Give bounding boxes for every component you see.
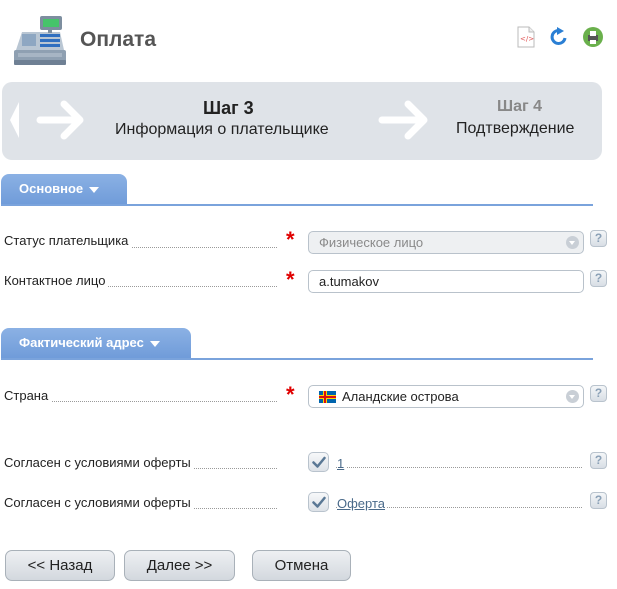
payer-status-select[interactable]: Физическое лицо (308, 231, 584, 254)
section-divider (1, 204, 593, 206)
agree2-label: Согласен с условиями оферты (4, 495, 194, 510)
required-marker: * (286, 267, 295, 292)
caret-down-icon (149, 340, 160, 347)
country-value: Аландские острова (342, 389, 459, 404)
refresh-icon[interactable] (549, 26, 569, 48)
agree1-label: Согласен с условиями оферты (4, 455, 194, 470)
required-marker: * (286, 382, 295, 407)
contact-input[interactable]: a.tumakov (308, 270, 584, 293)
section-divider (1, 358, 593, 360)
tab-main[interactable]: Основное (1, 174, 127, 205)
country-select[interactable]: Аландские острова (308, 385, 584, 408)
checkmark-icon (312, 496, 326, 508)
current-step-subtitle: Информация о плательщике (115, 121, 329, 138)
caret-down-icon (89, 186, 100, 193)
agree2-checkbox[interactable] (308, 492, 329, 512)
required-marker: * (286, 227, 295, 252)
agree1-checkbox[interactable] (308, 452, 329, 472)
tab-address-label: Фактический адрес (19, 335, 144, 350)
tab-address[interactable]: Фактический адрес (1, 328, 191, 359)
code-file-icon[interactable]: </> (516, 26, 536, 48)
step-prev-arrow-icon[interactable] (8, 98, 88, 147)
help-icon[interactable]: ? (590, 385, 607, 402)
agree1-link-wrap: 1 (337, 455, 347, 473)
help-icon[interactable]: ? (590, 452, 607, 469)
agree2-link[interactable]: Оферта (337, 496, 388, 511)
agree2-link-wrap: Оферта (337, 495, 388, 513)
help-icon[interactable]: ? (590, 230, 607, 247)
leader-dots (336, 466, 582, 468)
next-button[interactable]: Далее >> (124, 550, 235, 581)
tab-main-label: Основное (19, 181, 84, 196)
next-step-title: Шаг 4 (497, 98, 542, 115)
contact-value: a.tumakov (319, 274, 379, 289)
print-icon[interactable] (582, 26, 603, 48)
agree1-link[interactable]: 1 (337, 456, 347, 471)
step-next-arrow-icon (376, 98, 432, 147)
svg-text:</>: </> (520, 35, 534, 43)
contact-label: Контактное лицо (4, 273, 109, 288)
help-icon[interactable]: ? (590, 270, 607, 287)
page-title: Оплата (80, 28, 157, 51)
checkmark-icon (312, 456, 326, 468)
aland-flag-icon (319, 391, 336, 403)
cash-register-icon (10, 12, 68, 68)
help-icon[interactable]: ? (590, 492, 607, 509)
payer-status-value: Физическое лицо (319, 235, 424, 250)
country-label: Страна (4, 388, 52, 403)
current-step-title: Шаг 3 (203, 98, 254, 118)
next-step-subtitle: Подтверждение (456, 120, 575, 137)
chevron-down-icon (566, 390, 579, 403)
back-button[interactable]: << Назад (5, 550, 115, 581)
cancel-button[interactable]: Отмена (252, 550, 351, 581)
payer-status-label: Статус плательщика (4, 233, 132, 248)
chevron-down-icon (566, 236, 579, 249)
